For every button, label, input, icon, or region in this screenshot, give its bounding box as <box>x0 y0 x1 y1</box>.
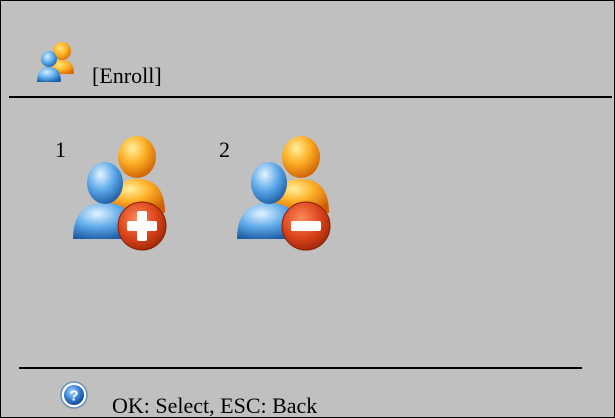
users-icon <box>37 42 74 82</box>
menu-item-enroll-user[interactable]: 1 <box>51 131 181 261</box>
footer-divider <box>19 367 582 369</box>
key-hint: OK: Select, ESC: Back <box>112 393 318 418</box>
menu-item-delete-user[interactable]: 2 <box>215 131 345 261</box>
help-icon: ? <box>60 381 88 409</box>
header-divider <box>9 96 612 98</box>
add-user-icon <box>73 136 167 251</box>
svg-text:?: ? <box>69 388 78 405</box>
enroll-screen: [Enroll] 1 2 ? OK: Select, ESC: Back <box>0 0 615 418</box>
remove-user-icon <box>237 136 331 251</box>
page-title: [Enroll] <box>92 63 162 88</box>
header: [Enroll] <box>1 1 614 96</box>
